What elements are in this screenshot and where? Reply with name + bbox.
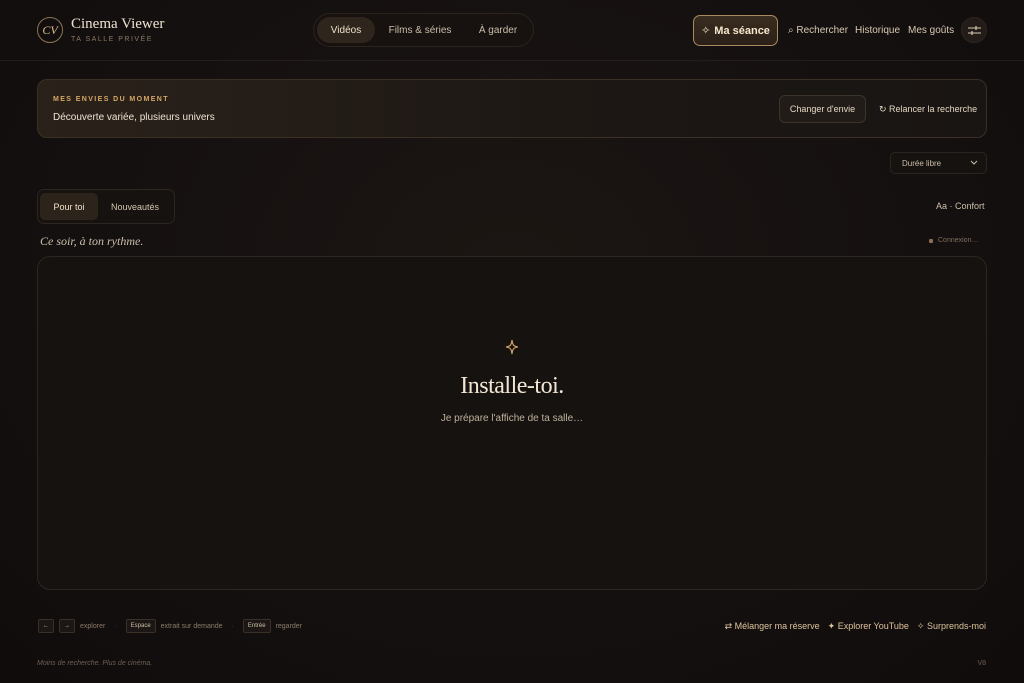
enter-hint: regarder — [275, 622, 303, 630]
tonight-caption: Ce soir, à ton rythme. — [40, 234, 144, 248]
main-nav-tabs: Vidéos Films & séries À garder — [313, 13, 534, 47]
ma-seance-label: Ma séance — [714, 24, 770, 37]
sparkle-icon: ✧ — [701, 25, 711, 37]
left-arrow-key: ← — [38, 619, 54, 633]
tab-a-garder[interactable]: À garder — [465, 17, 531, 43]
status-text: Connexion… — [938, 237, 979, 244]
explore-hint: explorer — [80, 622, 106, 630]
shuffle-reserve-button[interactable]: ⇄ Mélanger ma réserve — [725, 621, 820, 632]
surprise-me-button[interactable]: ✧ Surprends-moi — [917, 621, 986, 632]
mood-banner: MES ENVIES DU MOMENT Découverte variée, … — [37, 79, 987, 138]
brand-logo[interactable]: CV — [37, 17, 63, 43]
loading-panel: Installe-toi. Je prépare l'affiche de ta… — [37, 256, 987, 590]
space-hint: extrait sur demande — [160, 622, 223, 630]
panel-title: Installe-toi. — [460, 373, 564, 399]
tab-videos[interactable]: Vidéos — [317, 17, 375, 43]
quick-actions: ⇄ Mélanger ma réserve ✦ Explorer YouTube… — [725, 621, 986, 632]
right-arrow-key: → — [59, 619, 75, 633]
change-mood-button[interactable]: Changer d'envie — [779, 95, 866, 123]
relaunch-search-button[interactable]: ↻ Relancer la recherche — [879, 104, 977, 115]
brand-name[interactable]: Cinema Viewer — [71, 16, 164, 33]
tastes-link[interactable]: Mes goûts — [908, 25, 954, 36]
history-link[interactable]: Historique — [855, 25, 900, 36]
feed-tabs: Pour toi Nouveautés — [37, 189, 175, 224]
footer-tagline: Moins de recherche. Plus de cinéma. — [37, 660, 153, 667]
comfort-toggle[interactable]: Aa · Confort — [936, 201, 985, 211]
brand-tagline: TA SALLE PRIVÉE — [71, 36, 153, 43]
sliders-icon — [967, 25, 981, 35]
explore-youtube-button[interactable]: ✦ Explorer YouTube — [828, 621, 909, 632]
keyboard-shortcuts: ← → explorer · Espace extrait sur demand… — [38, 619, 302, 633]
sparkle-icon — [505, 339, 519, 355]
search-link[interactable]: ⌕ Rechercher — [788, 25, 848, 36]
status-dot-icon — [929, 238, 933, 243]
mood-description: Découverte variée, plusieurs univers — [53, 112, 215, 123]
connection-status: Connexion… — [929, 237, 978, 244]
duration-value: Durée libre — [902, 158, 942, 168]
tab-pour-toi[interactable]: Pour toi — [40, 193, 98, 220]
panel-subtitle: Je prépare l'affiche de ta salle… — [440, 413, 584, 424]
chevron-down-icon — [970, 160, 978, 165]
version-label: V8 — [977, 660, 986, 667]
tab-nouveautes[interactable]: Nouveautés — [100, 193, 170, 220]
duration-select[interactable]: Durée libre — [890, 152, 987, 174]
tab-films-series[interactable]: Films & séries — [379, 17, 461, 43]
separator: · — [114, 622, 117, 630]
app-header: CV Cinema Viewer TA SALLE PRIVÉE Vidéos … — [0, 0, 1024, 61]
mood-kicker: MES ENVIES DU MOMENT — [53, 96, 169, 103]
enter-key: Entrée — [242, 619, 271, 633]
settings-button[interactable] — [961, 17, 987, 43]
space-key: Espace — [125, 619, 156, 633]
ma-seance-button[interactable]: ✧ Ma séance — [693, 15, 778, 46]
separator: · — [231, 622, 234, 630]
